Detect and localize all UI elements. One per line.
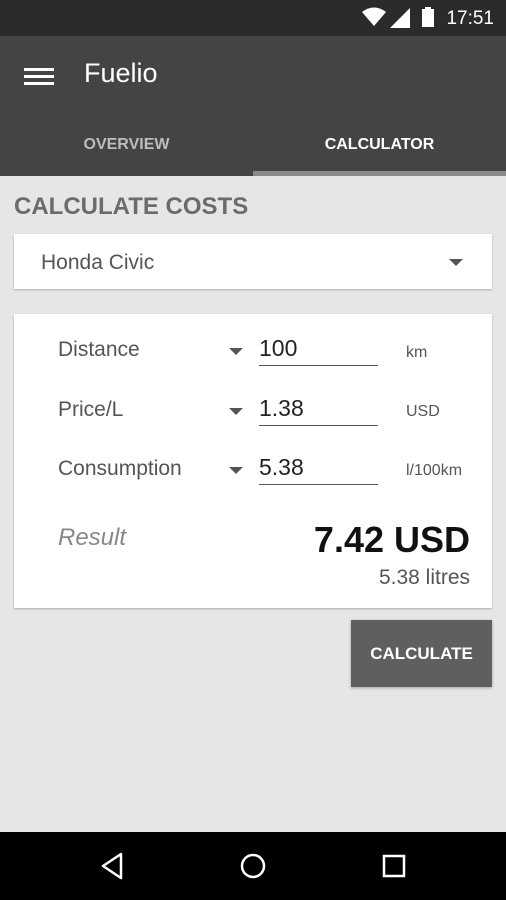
calculator-card: Distance km Price/L USD Consumption l/10… xyxy=(14,314,492,608)
vehicle-selected-value: Honda Civic xyxy=(41,251,155,274)
status-time: 17:51 xyxy=(446,8,494,29)
tab-indicator xyxy=(253,171,506,176)
consumption-label-dropdown[interactable]: Consumption xyxy=(58,457,182,481)
distance-unit: km xyxy=(406,344,428,361)
chevron-down-icon[interactable] xyxy=(229,467,243,474)
price-label-dropdown[interactable]: Price/L xyxy=(58,398,123,422)
result-value: 7.42 USD xyxy=(313,519,470,560)
wifi-icon xyxy=(362,7,386,26)
result-label: Result xyxy=(58,524,127,551)
back-icon[interactable] xyxy=(97,850,129,882)
status-bar: 17:51 xyxy=(0,0,506,36)
tab-calculator[interactable]: CALCULATOR xyxy=(253,122,506,176)
price-unit: USD xyxy=(406,403,440,420)
chevron-down-icon[interactable] xyxy=(229,348,243,355)
vehicle-dropdown[interactable]: Honda Civic xyxy=(14,234,492,289)
section-title: CALCULATE COSTS xyxy=(14,193,249,220)
home-icon[interactable] xyxy=(237,850,269,882)
recent-apps-icon[interactable] xyxy=(378,850,410,882)
battery-icon xyxy=(422,7,434,27)
distance-input[interactable] xyxy=(259,332,378,366)
nav-bar xyxy=(0,832,506,900)
chevron-down-icon[interactable] xyxy=(229,408,243,415)
tab-overview[interactable]: OVERVIEW xyxy=(0,122,253,176)
chevron-down-icon xyxy=(449,259,463,266)
calculate-button[interactable]: CALCULATE xyxy=(351,620,492,687)
hamburger-menu-icon[interactable] xyxy=(22,64,56,90)
signal-icon xyxy=(390,8,410,28)
consumption-unit: l/100km xyxy=(406,462,463,479)
app-bar: Fuelio OVERVIEW CALCULATOR xyxy=(0,36,506,176)
price-input[interactable] xyxy=(259,392,378,426)
app-title: Fuelio xyxy=(84,58,158,88)
result-litres: 5.38 litres xyxy=(378,566,470,589)
consumption-input[interactable] xyxy=(259,451,378,485)
distance-label-dropdown[interactable]: Distance xyxy=(58,338,140,362)
